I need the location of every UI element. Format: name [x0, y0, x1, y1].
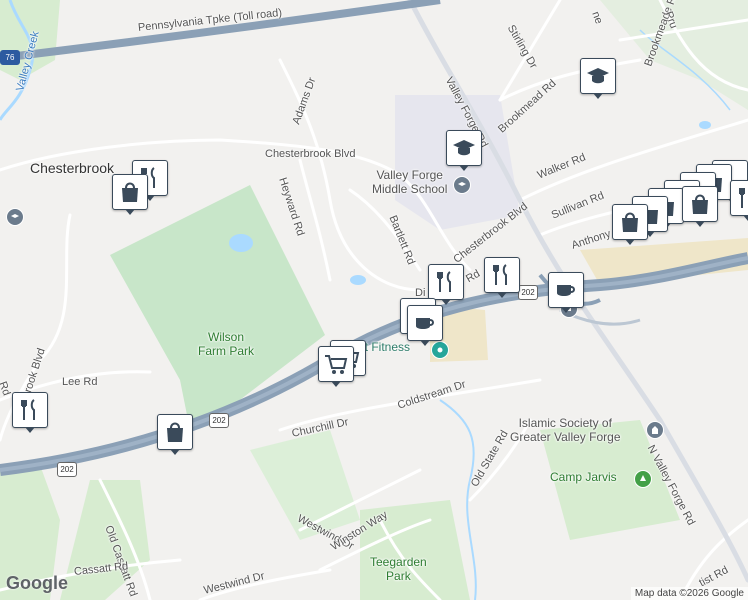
google-logo: Google: [6, 573, 68, 593]
shopping-bag-icon[interactable]: [157, 414, 193, 455]
restaurant-icon[interactable]: [12, 392, 48, 433]
shopping-cart-icon[interactable]: [318, 346, 354, 387]
teegarden-line2: Park: [386, 569, 411, 583]
place-label-islamic-society: Islamic Society of Greater Valley Forge: [510, 416, 621, 444]
teegarden-line1: Teegarden: [370, 555, 427, 569]
wilson-park-line2: Farm Park: [198, 344, 255, 358]
school-pin-left-icon[interactable]: [6, 208, 24, 226]
road-label-chesterbrook-blvd: Chesterbrook Blvd: [265, 148, 356, 160]
coffee-icon[interactable]: [407, 305, 443, 346]
place-label-camp-jarvis: Camp Jarvis: [550, 470, 617, 484]
islamic-line2: Greater Valley Forge: [510, 430, 621, 444]
school-icon[interactable]: [446, 130, 482, 171]
shopping-bag-icon[interactable]: [612, 204, 648, 245]
shield-us202-a: 202: [209, 413, 229, 428]
coffee-icon[interactable]: [548, 272, 584, 313]
place-label-teegarden-park: Teegarden Park: [370, 555, 427, 583]
vfms-line1: Valley Forge: [376, 168, 443, 182]
vfms-line2: Middle School: [372, 182, 448, 196]
shopping-bag-icon[interactable]: [112, 174, 148, 215]
fitness-pin-icon[interactable]: [431, 341, 449, 359]
restaurant-icon[interactable]: [484, 257, 520, 298]
shield-i76: 76: [0, 50, 20, 65]
shield-us202-b: 202: [57, 462, 77, 477]
road-label-lee: Lee Rd: [62, 376, 98, 388]
wilson-park-line1: Wilson: [208, 330, 245, 344]
map-canvas[interactable]: [0, 0, 748, 600]
place-label-valley-forge-ms: Valley Forge Middle School: [372, 168, 447, 196]
shopping-bag-icon[interactable]: [682, 186, 718, 227]
place-label-wilson-farm-park: Wilson Farm Park: [198, 330, 254, 358]
place-label-chesterbrook: Chesterbrook: [30, 160, 115, 176]
islamic-line1: Islamic Society of: [518, 416, 612, 430]
worship-pin-icon[interactable]: [646, 421, 664, 439]
school-pin-icon[interactable]: [453, 176, 471, 194]
map-attribution[interactable]: Map data ©2026 Google: [630, 587, 748, 600]
park-pin-icon[interactable]: [634, 470, 652, 488]
restaurant-icon[interactable]: [428, 264, 464, 305]
school-icon[interactable]: [580, 58, 616, 99]
restaurant-icon[interactable]: [730, 180, 748, 221]
shield-us202-c: 202: [518, 285, 538, 300]
